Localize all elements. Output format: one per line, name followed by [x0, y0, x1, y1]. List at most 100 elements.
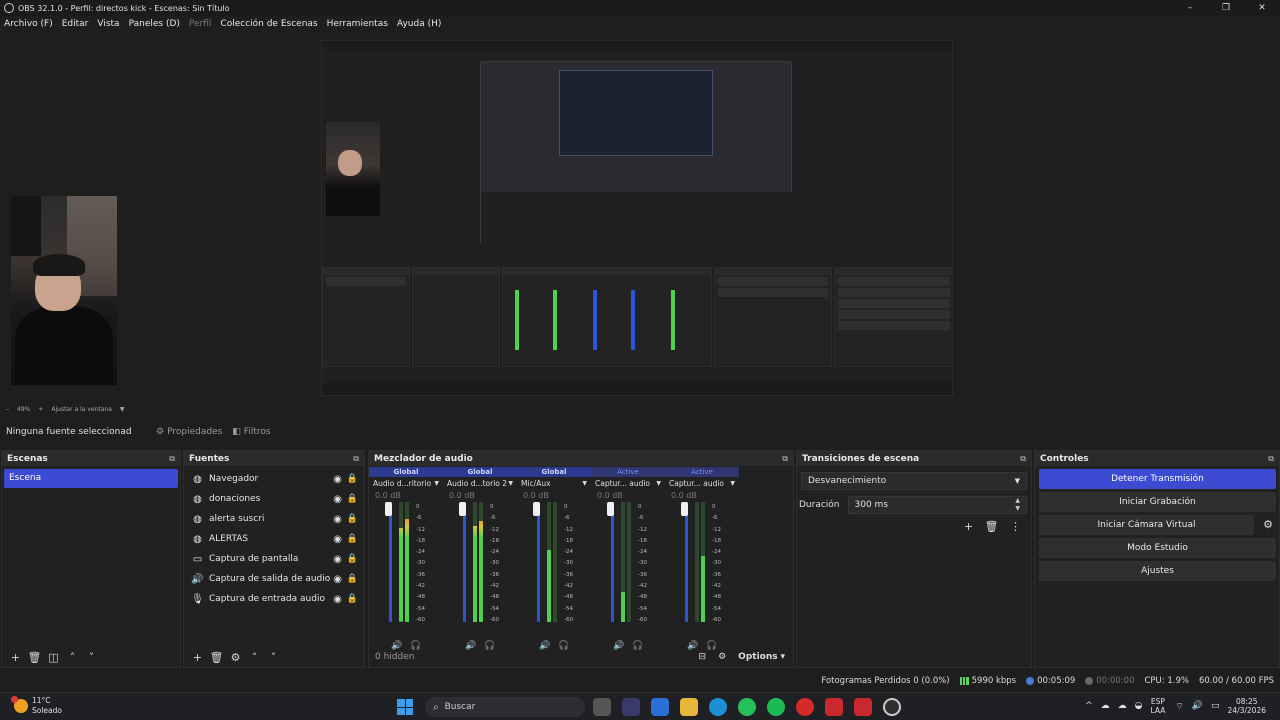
volume-fader-handle[interactable]: [533, 502, 540, 516]
fit-window-button[interactable]: Ajustar a la ventana: [51, 406, 112, 413]
volume-fader-handle[interactable]: [681, 502, 688, 516]
zoom-dropdown-icon[interactable]: ▼: [120, 406, 125, 413]
start-recording-button[interactable]: Iniciar Grabación: [1039, 492, 1276, 512]
studio-mode-button[interactable]: Modo Estudio: [1039, 538, 1276, 558]
app-icon[interactable]: [854, 698, 872, 716]
channel-name-dropdown[interactable]: Captur... audio ▼: [591, 477, 665, 490]
eye-icon[interactable]: ◉: [333, 574, 342, 585]
obs-taskbar-icon[interactable]: [883, 698, 901, 716]
weather-widget[interactable]: 11°C Soleado: [11, 696, 62, 716]
add-source-icon[interactable]: +: [188, 651, 207, 664]
maximize-button[interactable]: ❐: [1208, 0, 1244, 16]
gear-icon[interactable]: ⚙: [226, 651, 245, 664]
cloud-icon[interactable]: ☁: [1101, 701, 1110, 711]
trash-icon[interactable]: 🗑: [25, 651, 44, 664]
edge-icon[interactable]: [709, 698, 727, 716]
eye-icon[interactable]: ◉: [333, 554, 342, 565]
scene-item[interactable]: Escena: [4, 469, 178, 488]
start-virtualcam-button[interactable]: Iniciar Cámara Virtual: [1039, 515, 1254, 535]
network-icon[interactable]: ◒: [1135, 701, 1143, 711]
volume-fader[interactable]: [611, 502, 614, 622]
transition-select[interactable]: Desvanecimiento ▼: [801, 472, 1027, 490]
lock-icon[interactable]: 🔒: [347, 554, 358, 564]
onedrive-icon[interactable]: ☁: [1118, 701, 1127, 711]
minimize-button[interactable]: –: [1172, 0, 1208, 16]
menu-editar[interactable]: Editar: [62, 19, 89, 29]
stop-stream-button[interactable]: Detener Transmisión: [1039, 469, 1276, 489]
layout-toggle-icon[interactable]: ⊟: [699, 652, 707, 662]
windows-start-icon[interactable]: [397, 699, 413, 715]
add-scene-icon[interactable]: +: [6, 651, 25, 664]
undock-icon[interactable]: ⧉: [169, 454, 175, 464]
taskbar-search[interactable]: ⌕ Buscar: [425, 697, 585, 717]
volume-fader-handle[interactable]: [607, 502, 614, 516]
duration-input[interactable]: 300 ms ▲ ▼: [847, 496, 1027, 514]
move-down-icon[interactable]: ˅: [82, 651, 101, 664]
menu-ayuda[interactable]: Ayuda (H): [397, 19, 441, 29]
trash-icon[interactable]: 🗑: [985, 520, 999, 533]
undock-icon[interactable]: ⧉: [353, 454, 359, 464]
trash-icon[interactable]: 🗑: [207, 651, 226, 664]
more-options-icon[interactable]: ⋮: [1010, 520, 1021, 533]
spotify-icon[interactable]: [767, 698, 785, 716]
volume-fader[interactable]: [463, 502, 466, 622]
spinner-icon[interactable]: ▲ ▼: [1015, 497, 1020, 513]
source-row-alerta-suscri[interactable]: ◍ alerta suscri ◉ 🔒: [184, 509, 364, 529]
store-icon[interactable]: [622, 698, 640, 716]
volume-fader[interactable]: [685, 502, 688, 622]
menu-coleccion-escenas[interactable]: Colección de Escenas: [220, 19, 317, 29]
filters-button[interactable]: ◧ Filtros: [232, 427, 270, 437]
winrar-icon[interactable]: [825, 698, 843, 716]
lock-icon[interactable]: 🔒: [347, 474, 358, 484]
tray-chevron-icon[interactable]: ^: [1085, 701, 1093, 711]
file-explorer-icon[interactable]: [680, 698, 698, 716]
gear-icon[interactable]: ⚙: [1257, 515, 1279, 535]
zoom-out-button[interactable]: –: [6, 406, 9, 413]
channel-name-dropdown[interactable]: Audio d...torio 2 ▼: [443, 477, 517, 490]
channel-name-dropdown[interactable]: Captur... audio ▼: [665, 477, 739, 490]
lock-icon[interactable]: 🔒: [347, 494, 358, 504]
move-down-icon[interactable]: ˅: [264, 651, 283, 664]
undock-icon[interactable]: ⧉: [782, 454, 788, 464]
whatsapp-icon[interactable]: [738, 698, 756, 716]
undock-icon[interactable]: ⧉: [1268, 454, 1274, 464]
webcam-source[interactable]: [11, 196, 117, 385]
menu-herramientas[interactable]: Herramientas: [327, 19, 388, 29]
lock-icon[interactable]: 🔒: [347, 514, 358, 524]
add-transition-icon[interactable]: +: [964, 520, 973, 533]
menu-perfil[interactable]: Perfil: [189, 19, 212, 29]
lock-icon[interactable]: 🔒: [347, 594, 358, 604]
outlook-icon[interactable]: [651, 698, 669, 716]
source-row-donaciones[interactable]: ◍ donaciones ◉ 🔒: [184, 489, 364, 509]
mixer-settings-icon[interactable]: ⚙: [718, 652, 726, 662]
lock-icon[interactable]: 🔒: [347, 574, 358, 584]
volume-fader[interactable]: [537, 502, 540, 622]
channel-name-dropdown[interactable]: Mic/Aux ▼: [517, 477, 591, 490]
task-view-icon[interactable]: [593, 698, 611, 716]
undock-icon[interactable]: ⧉: [1020, 454, 1026, 464]
menu-vista[interactable]: Vista: [97, 19, 119, 29]
menu-archivo[interactable]: Archivo (F): [4, 19, 53, 29]
source-row-navegador[interactable]: ◍ Navegador ◉ 🔒: [184, 469, 364, 489]
scene-filters-icon[interactable]: ◫: [44, 651, 63, 664]
opera-icon[interactable]: [796, 698, 814, 716]
language-indicator[interactable]: ESP LAA: [1151, 697, 1166, 715]
channel-name-dropdown[interactable]: Audio d...ritorio ▼: [369, 477, 443, 490]
volume-fader[interactable]: [389, 502, 392, 622]
source-row-captura-pantalla[interactable]: ▭ Captura de pantalla ◉ 🔒: [184, 549, 364, 569]
wifi-icon[interactable]: ⌔: [1175, 701, 1183, 712]
screen-capture-source[interactable]: [321, 40, 953, 396]
settings-button[interactable]: Ajustes: [1039, 561, 1276, 581]
preview-canvas[interactable]: [0, 32, 1280, 402]
eye-icon[interactable]: ◉: [333, 594, 342, 605]
lock-icon[interactable]: 🔒: [347, 534, 358, 544]
properties-button[interactable]: ⚙ Propiedades: [156, 427, 222, 437]
eye-icon[interactable]: ◉: [333, 514, 342, 525]
source-row-captura-salida-audio[interactable]: 🔊 Captura de salida de audio ◉ 🔒: [184, 569, 364, 589]
source-row-captura-entrada-audio[interactable]: 🎙 Captura de entrada audio ◉ 🔒: [184, 589, 364, 609]
eye-icon[interactable]: ◉: [333, 474, 342, 485]
move-up-icon[interactable]: ˄: [63, 651, 82, 664]
battery-icon[interactable]: ▭: [1211, 701, 1220, 711]
options-button[interactable]: Options ▾: [738, 652, 785, 662]
eye-icon[interactable]: ◉: [333, 534, 342, 545]
